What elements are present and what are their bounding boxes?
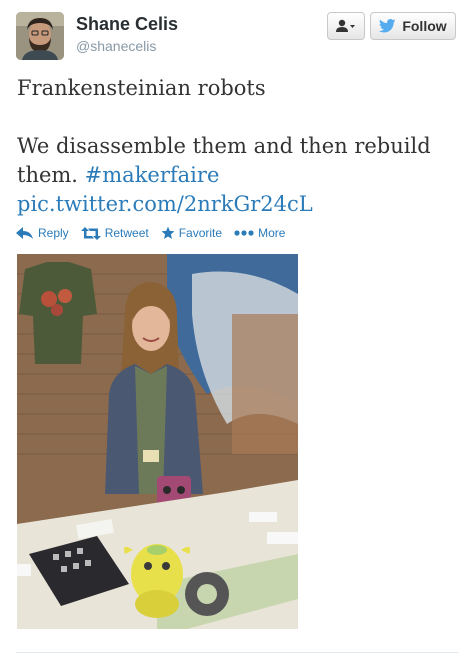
favorite-button[interactable]: Favorite xyxy=(161,226,222,240)
twitter-bird-icon xyxy=(379,19,396,33)
more-icon xyxy=(234,230,254,236)
person-dropdown-icon xyxy=(336,19,355,32)
user-actions-button[interactable] xyxy=(327,12,365,40)
pic-link[interactable]: pic.twitter.com/2nrkGr24cL xyxy=(17,192,313,216)
tweet-body: We disassemble them and then rebuild the… xyxy=(17,134,431,187)
avatar-image xyxy=(16,12,64,60)
retweet-button[interactable]: Retweet xyxy=(80,226,149,240)
tweet-photo[interactable] xyxy=(17,254,298,629)
follow-label: Follow xyxy=(402,18,447,34)
reply-button[interactable]: Reply xyxy=(16,226,69,240)
hashtag-link[interactable]: #makerfaire xyxy=(85,163,220,187)
retweet-label: Retweet xyxy=(104,226,149,240)
reply-icon xyxy=(16,227,33,239)
tweet-line-2: We disassemble them and then rebuild the… xyxy=(17,132,457,190)
tweet-actions: Reply Retweet Favorite More xyxy=(16,226,285,240)
more-button[interactable]: More xyxy=(234,226,285,240)
retweet-icon xyxy=(80,226,101,240)
tweet-line-1: Frankensteinian robots xyxy=(17,76,266,100)
favorite-label: Favorite xyxy=(178,226,223,240)
more-label: More xyxy=(258,226,286,240)
avatar[interactable] xyxy=(16,12,64,60)
photo-image xyxy=(17,254,298,629)
star-icon xyxy=(161,226,175,239)
reply-label: Reply xyxy=(38,226,69,240)
divider xyxy=(16,652,458,653)
tweet-text: Frankensteinian robots We disassemble th… xyxy=(17,74,457,219)
user-handle[interactable]: @shanecelis xyxy=(76,38,156,54)
user-name[interactable]: Shane Celis xyxy=(76,14,178,35)
follow-button[interactable]: Follow xyxy=(370,12,456,40)
